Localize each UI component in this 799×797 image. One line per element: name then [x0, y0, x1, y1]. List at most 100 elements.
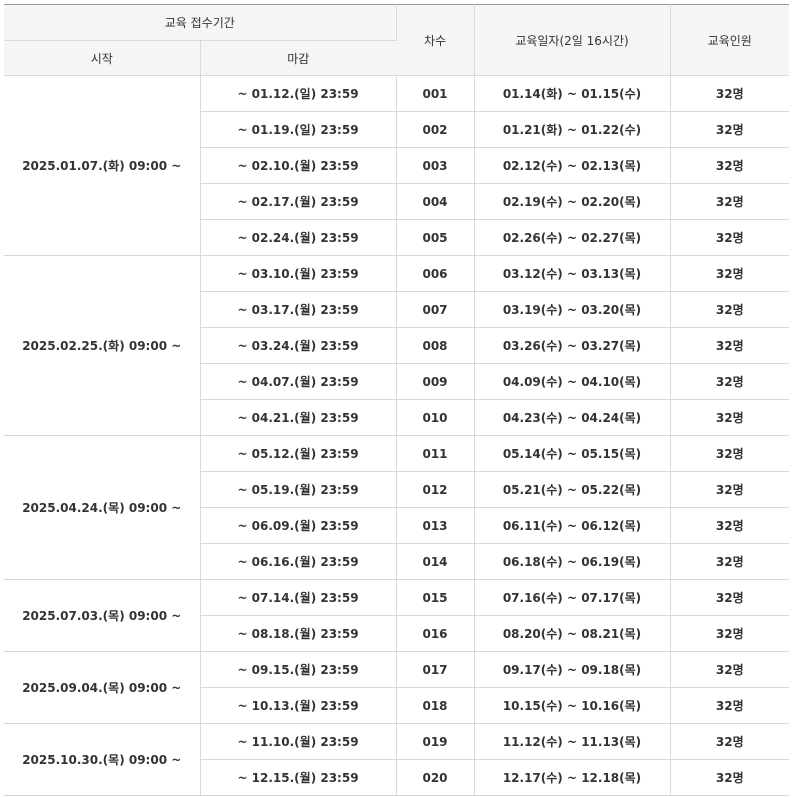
deadline-cell: ~ 03.17.(월) 23:59 — [200, 291, 397, 328]
capacity-cell: 32명 — [670, 219, 789, 256]
header-start: 시작 — [4, 40, 201, 76]
deadline-cell: ~ 06.09.(월) 23:59 — [200, 507, 397, 544]
start-cell: 2025.01.07.(화) 09:00 ~ — [4, 75, 201, 256]
header-period-group: 교육 접수기간 — [4, 4, 397, 41]
edu-date-cell: 06.18(수) ~ 06.19(목) — [474, 543, 671, 580]
edu-date-cell: 03.19(수) ~ 03.20(목) — [474, 291, 671, 328]
edu-date-cell: 03.26(수) ~ 03.27(목) — [474, 327, 671, 364]
round-cell: 016 — [396, 615, 475, 652]
capacity-cell: 32명 — [670, 363, 789, 400]
deadline-cell: ~ 07.14.(월) 23:59 — [200, 579, 397, 616]
edu-date-cell: 03.12(수) ~ 03.13(목) — [474, 255, 671, 292]
edu-date-cell: 05.21(수) ~ 05.22(목) — [474, 471, 671, 508]
edu-date-cell: 08.20(수) ~ 08.21(목) — [474, 615, 671, 652]
education-schedule-table: 교육 접수기간 차수 교육일자(2일 16시간) 교육인원 시작 마감 2025… — [4, 4, 789, 796]
deadline-cell: ~ 03.24.(월) 23:59 — [200, 327, 397, 364]
deadline-cell: ~ 01.19.(일) 23:59 — [200, 111, 397, 148]
deadline-cell: ~ 10.13.(월) 23:59 — [200, 687, 397, 724]
round-cell: 019 — [396, 723, 475, 760]
edu-date-cell: 01.14(화) ~ 01.15(수) — [474, 75, 671, 112]
capacity-cell: 32명 — [670, 579, 789, 616]
round-cell: 010 — [396, 399, 475, 436]
capacity-cell: 32명 — [670, 111, 789, 148]
header-edu-date: 교육일자(2일 16시간) — [474, 4, 671, 76]
deadline-cell: ~ 04.07.(월) 23:59 — [200, 363, 397, 400]
round-cell: 011 — [396, 435, 475, 472]
start-cell: 2025.10.30.(목) 09:00 ~ — [4, 723, 201, 796]
capacity-cell: 32명 — [670, 651, 789, 688]
edu-date-cell: 11.12(수) ~ 11.13(목) — [474, 723, 671, 760]
deadline-cell: ~ 05.12.(월) 23:59 — [200, 435, 397, 472]
capacity-cell: 32명 — [670, 435, 789, 472]
table-row: 2025.02.25.(화) 09:00 ~ ~ 03.10.(월) 23:59 0… — [4, 255, 789, 436]
edu-date-cell: 07.16(수) ~ 07.17(목) — [474, 579, 671, 616]
round-cell: 007 — [396, 291, 475, 328]
start-cell: 2025.02.25.(화) 09:00 ~ — [4, 255, 201, 436]
round-cell: 017 — [396, 651, 475, 688]
round-cell: 003 — [396, 147, 475, 184]
round-cell: 002 — [396, 111, 475, 148]
deadline-cell: ~ 12.15.(월) 23:59 — [200, 759, 397, 796]
capacity-cell: 32명 — [670, 543, 789, 580]
capacity-cell: 32명 — [670, 723, 789, 760]
round-cell: 004 — [396, 183, 475, 220]
capacity-cell: 32명 — [670, 255, 789, 292]
table-row: 2025.09.04.(목) 09:00 ~ ~ 09.15.(월) 23:59 0… — [4, 651, 789, 724]
deadline-cell: ~ 05.19.(월) 23:59 — [200, 471, 397, 508]
edu-date-cell: 04.23(수) ~ 04.24(목) — [474, 399, 671, 436]
capacity-cell: 32명 — [670, 615, 789, 652]
deadline-cell: ~ 02.10.(월) 23:59 — [200, 147, 397, 184]
capacity-cell: 32명 — [670, 687, 789, 724]
capacity-cell: 32명 — [670, 147, 789, 184]
edu-date-cell: 05.14(수) ~ 05.15(목) — [474, 435, 671, 472]
round-cell: 012 — [396, 471, 475, 508]
deadline-cell: ~ 04.21.(월) 23:59 — [200, 399, 397, 436]
round-cell: 013 — [396, 507, 475, 544]
edu-date-cell: 01.21(화) ~ 01.22(수) — [474, 111, 671, 148]
edu-date-cell: 02.12(수) ~ 02.13(목) — [474, 147, 671, 184]
table-row: 2025.04.24.(목) 09:00 ~ ~ 05.12.(월) 23:59 0… — [4, 435, 789, 580]
table-row: 2025.01.07.(화) 09:00 ~ ~ 01.12.(일) 23:59 0… — [4, 75, 789, 256]
deadline-cell: ~ 02.17.(월) 23:59 — [200, 183, 397, 220]
header-round: 차수 — [396, 4, 475, 76]
edu-date-cell: 10.15(수) ~ 10.16(목) — [474, 687, 671, 724]
capacity-cell: 32명 — [670, 75, 789, 112]
header-deadline: 마감 — [200, 40, 396, 76]
capacity-cell: 32명 — [670, 327, 789, 364]
round-cell: 018 — [396, 687, 475, 724]
capacity-cell: 32명 — [670, 183, 789, 220]
capacity-cell: 32명 — [670, 507, 789, 544]
deadline-cell: ~ 01.12.(일) 23:59 — [200, 75, 397, 112]
start-cell: 2025.09.04.(목) 09:00 ~ — [4, 651, 201, 724]
edu-date-cell: 06.11(수) ~ 06.12(목) — [474, 507, 671, 544]
edu-date-cell: 12.17(수) ~ 12.18(목) — [474, 759, 671, 796]
deadline-cell: ~ 03.10.(월) 23:59 — [200, 255, 397, 292]
header-capacity: 교육인원 — [670, 4, 789, 76]
edu-date-cell: 02.19(수) ~ 02.20(목) — [474, 183, 671, 220]
capacity-cell: 32명 — [670, 399, 789, 436]
round-cell: 009 — [396, 363, 475, 400]
table-row: 2025.10.30.(목) 09:00 ~ ~ 11.10.(월) 23:59 0… — [4, 723, 789, 796]
capacity-cell: 32명 — [670, 759, 789, 796]
deadline-cell: ~ 02.24.(월) 23:59 — [200, 219, 397, 256]
header-row-top: 교육 접수기간 차수 교육일자(2일 16시간) 교육인원 — [4, 4, 789, 76]
deadline-cell: ~ 08.18.(월) 23:59 — [200, 615, 397, 652]
round-cell: 006 — [396, 255, 475, 292]
round-cell: 020 — [396, 759, 475, 796]
deadline-cell: ~ 11.10.(월) 23:59 — [200, 723, 397, 760]
edu-date-cell: 04.09(수) ~ 04.10(목) — [474, 363, 671, 400]
deadline-cell: ~ 06.16.(월) 23:59 — [200, 543, 397, 580]
edu-date-cell: 09.17(수) ~ 09.18(목) — [474, 651, 671, 688]
round-cell: 015 — [396, 579, 475, 616]
start-cell: 2025.07.03.(목) 09:00 ~ — [4, 579, 201, 652]
table-row: 2025.07.03.(목) 09:00 ~ ~ 07.14.(월) 23:59 0… — [4, 579, 789, 652]
round-cell: 005 — [396, 219, 475, 256]
round-cell: 001 — [396, 75, 475, 112]
schedule-body: 2025.01.07.(화) 09:00 ~ ~ 01.12.(일) 23:59 0… — [4, 75, 789, 796]
capacity-cell: 32명 — [670, 291, 789, 328]
capacity-cell: 32명 — [670, 471, 789, 508]
start-cell: 2025.04.24.(목) 09:00 ~ — [4, 435, 201, 580]
deadline-cell: ~ 09.15.(월) 23:59 — [200, 651, 397, 688]
round-cell: 008 — [396, 327, 475, 364]
round-cell: 014 — [396, 543, 475, 580]
